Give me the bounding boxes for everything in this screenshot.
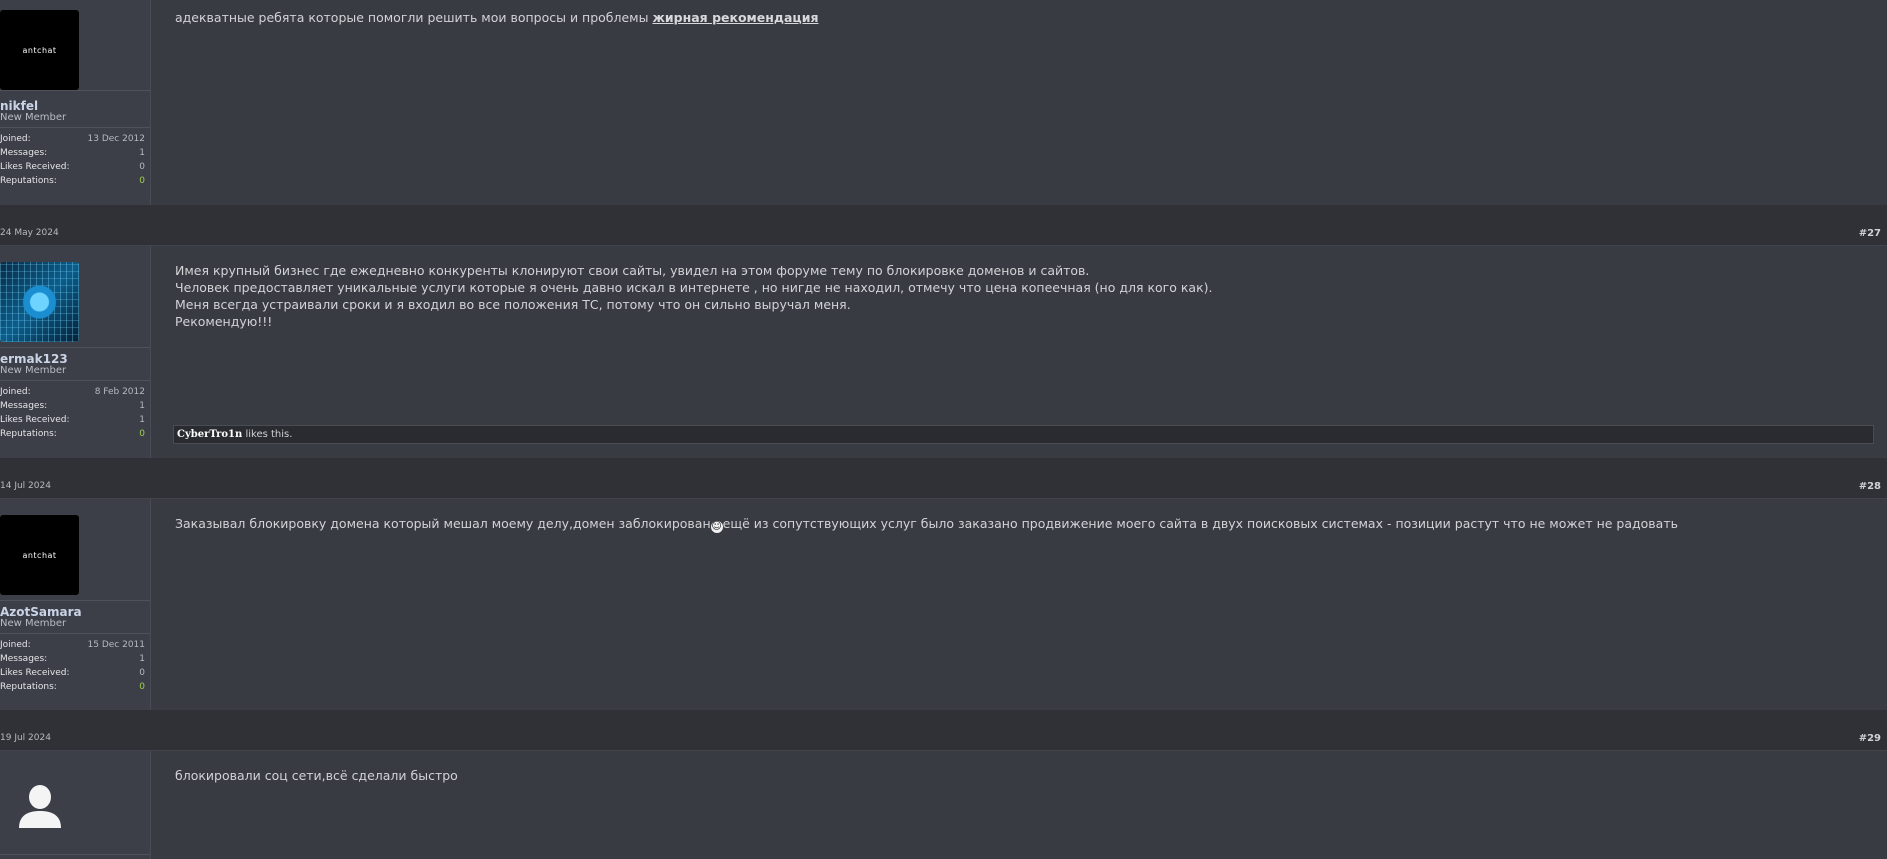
stat-joined: Joined: 15 Dec 2011 xyxy=(0,640,145,650)
post-link[interactable]: жирная рекомендация xyxy=(652,10,818,25)
post-line: Человек предоставляет уникальные услуги … xyxy=(175,280,1213,295)
stat-messages: Messages: 1 xyxy=(0,654,145,664)
user-title: New Member xyxy=(0,618,67,629)
stat-reputations: Reputations: 0 xyxy=(0,176,145,186)
post-header: 24 May 2024 #27 xyxy=(0,205,1887,246)
post-header: 19 Jul 2024 #29 xyxy=(0,710,1887,751)
post-content: блокировали соц сети,всё сделали быстро xyxy=(175,767,1867,784)
post-line: Имея крупный бизнес где ежедневно конкур… xyxy=(175,263,1090,278)
avatar[interactable] xyxy=(0,262,79,342)
likes-text: likes this. xyxy=(242,429,293,440)
avatar-box xyxy=(0,751,150,855)
post-date[interactable]: 19 Jul 2024 xyxy=(0,733,51,743)
username[interactable]: nikfel xyxy=(0,99,38,113)
user-stats: Joined: 15 Dec 2011 Messages: 1 Likes Rece… xyxy=(0,633,150,694)
post-number[interactable]: #28 xyxy=(1859,481,1881,492)
post-text: Заказывал блокировку домена который меша… xyxy=(175,516,711,531)
stat-messages: Messages: 1 xyxy=(0,401,145,411)
liker-link[interactable]: CyberTro1n xyxy=(177,429,242,440)
username[interactable]: ermak123 xyxy=(0,352,68,366)
avatar[interactable] xyxy=(0,767,79,847)
stat-likes: Likes Received: 1 xyxy=(0,415,145,425)
user-sidebar: ermak123 New Member Joined: 8 Feb 2012 Me… xyxy=(0,246,151,458)
user-title: New Member xyxy=(0,112,67,123)
post-number[interactable]: #29 xyxy=(1859,733,1881,744)
post-text: ещё из сопутствующих услуг было заказано… xyxy=(722,516,1678,531)
post: antchat AzotSamara New Member Joined: 15 … xyxy=(0,499,1887,710)
post-line: Меня всегда устраивали сроки и я входил … xyxy=(175,297,851,312)
post: ermak123 New Member Joined: 8 Feb 2012 Me… xyxy=(0,246,1887,458)
post-content: адекватные ребята которые помогли решить… xyxy=(175,9,1867,26)
stat-joined: Joined: 13 Dec 2012 xyxy=(0,134,145,144)
user-title: New Member xyxy=(0,365,67,376)
avatar-box: antchat xyxy=(0,499,150,601)
post: блокировали соц сети,всё сделали быстро xyxy=(0,751,1887,859)
user-sidebar: antchat nikfel New Member Joined: 13 Dec … xyxy=(0,0,151,205)
post-date[interactable]: 24 May 2024 xyxy=(0,228,59,238)
user-sidebar xyxy=(0,751,151,859)
default-user-icon xyxy=(18,785,61,828)
avatar-logo-text: antchat xyxy=(22,550,57,560)
avatar[interactable]: antchat xyxy=(0,515,79,595)
user-stats: Joined: 8 Feb 2012 Messages: 1 Likes Recei… xyxy=(0,380,150,441)
post: antchat nikfel New Member Joined: 13 Dec … xyxy=(0,0,1887,205)
post-text: адекватные ребята которые помогли решить… xyxy=(175,10,653,25)
stat-joined: Joined: 8 Feb 2012 xyxy=(0,387,145,397)
user-sidebar: antchat AzotSamara New Member Joined: 15 … xyxy=(0,499,151,710)
avatar-logo-text: antchat xyxy=(22,45,57,55)
post-line: Рекомендую!!! xyxy=(175,314,273,329)
user-stats: Joined: 13 Dec 2012 Messages: 1 Likes Rece… xyxy=(0,127,150,188)
stat-likes: Likes Received: 0 xyxy=(0,162,145,172)
post-date[interactable]: 14 Jul 2024 xyxy=(0,481,51,491)
post-number[interactable]: #27 xyxy=(1859,228,1881,239)
avatar[interactable]: antchat xyxy=(0,10,79,90)
smiley-icon: ☺ xyxy=(710,521,723,533)
stat-messages: Messages: 1 xyxy=(0,148,145,158)
stat-reputations: Reputations: 0 xyxy=(0,429,145,439)
stat-likes: Likes Received: 0 xyxy=(0,668,145,678)
avatar-box: antchat xyxy=(0,0,150,91)
post-content: Имея крупный бизнес где ежедневно конкур… xyxy=(175,262,1867,330)
likes-bar: CyberTro1n likes this. xyxy=(173,425,1874,444)
avatar-box xyxy=(0,246,150,348)
username[interactable]: AzotSamara xyxy=(0,605,82,619)
post-content: Заказывал блокировку домена который меша… xyxy=(175,515,1867,533)
stat-reputations: Reputations: 0 xyxy=(0,682,145,692)
post-text: блокировали соц сети,всё сделали быстро xyxy=(175,768,458,783)
post-header: 14 Jul 2024 #28 xyxy=(0,458,1887,499)
